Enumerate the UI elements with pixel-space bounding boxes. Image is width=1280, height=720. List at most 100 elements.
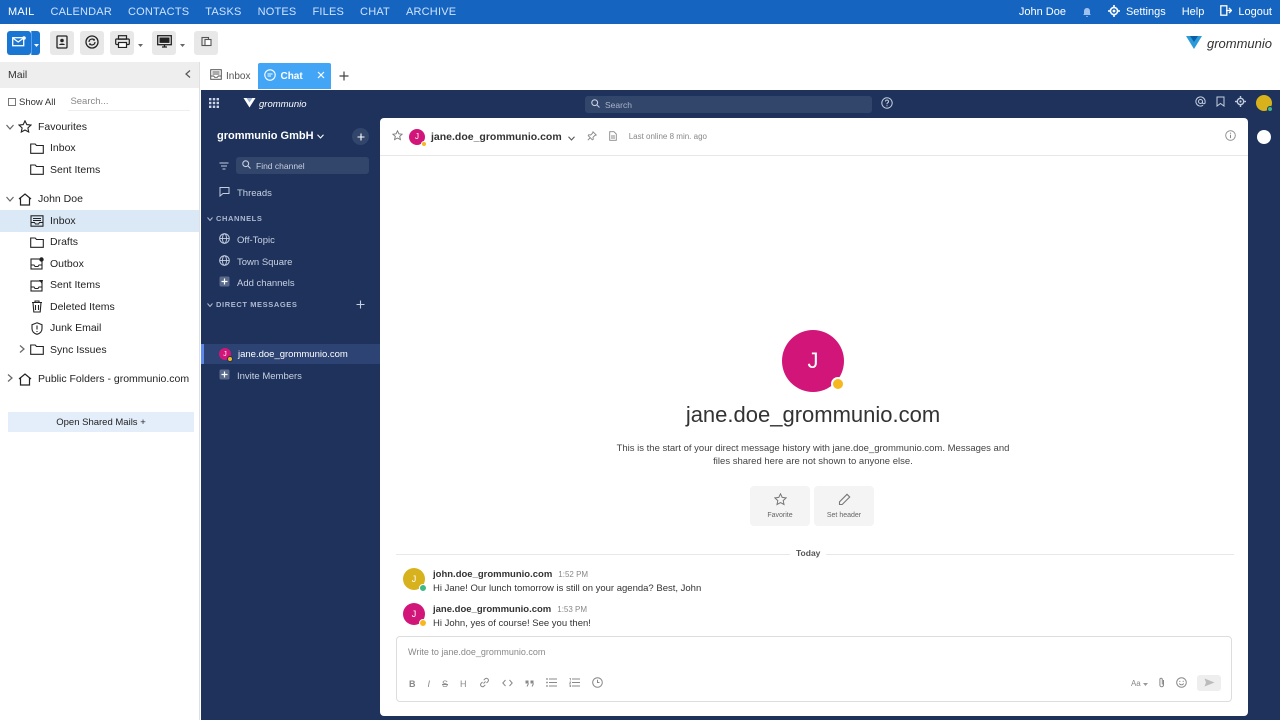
current-user-avatar[interactable] <box>1256 95 1273 112</box>
quote-icon[interactable] <box>525 679 534 689</box>
channel-off-topic[interactable]: Off-Topic <box>219 230 275 250</box>
tab-chat[interactable]: Chat <box>258 63 331 89</box>
chevron-down-icon[interactable] <box>4 122 16 132</box>
address-book-button[interactable] <box>50 31 74 55</box>
info-icon[interactable] <box>1225 130 1236 144</box>
threads-link[interactable]: Threads <box>219 183 272 203</box>
show-all-row: Show All Search... <box>0 88 199 116</box>
heading-icon[interactable]: H <box>460 679 467 689</box>
message-author[interactable]: jane.doe_grommunio.com <box>433 604 551 615</box>
print-button[interactable] <box>110 31 134 55</box>
set-header-button[interactable]: Set header <box>814 486 874 526</box>
dm-section-header[interactable]: DIRECT MESSAGES <box>207 300 298 309</box>
logout-link[interactable]: Logout <box>1212 5 1280 19</box>
nav-files[interactable]: FILES <box>304 0 352 24</box>
code-icon[interactable] <box>501 679 513 689</box>
nav-notes[interactable]: NOTES <box>250 0 305 24</box>
new-mail-button[interactable] <box>7 31 31 55</box>
tree-sync-issues[interactable]: Sync Issues <box>0 339 199 361</box>
nav-chat[interactable]: CHAT <box>352 0 398 24</box>
message-avatar[interactable]: J <box>403 603 427 627</box>
bulleted-list-icon[interactable] <box>545 678 557 689</box>
bell-icon[interactable] <box>1074 7 1100 18</box>
nav-calendar[interactable]: CALENDAR <box>42 0 120 24</box>
app-bar-icon[interactable] <box>1257 130 1271 144</box>
add-team-button[interactable] <box>352 128 369 145</box>
send-button[interactable] <box>1197 675 1221 691</box>
tree-fav-sent[interactable]: Sent Items <box>0 159 199 181</box>
filter-icon[interactable] <box>215 157 233 174</box>
tree-fav-inbox[interactable]: Inbox <box>0 138 199 160</box>
bookmark-icon[interactable] <box>1216 96 1225 110</box>
file-icon[interactable] <box>608 130 617 144</box>
view-mode-button[interactable] <box>152 31 176 55</box>
refresh-button[interactable] <box>80 31 104 55</box>
strikethrough-icon[interactable]: S <box>442 679 448 689</box>
team-name[interactable]: grommunio GmbH <box>217 130 324 142</box>
favorite-button[interactable]: Favorite <box>750 486 810 526</box>
show-all-checkbox[interactable] <box>8 98 16 106</box>
chevron-down-icon[interactable] <box>567 130 575 144</box>
dm-jane-doe[interactable]: J jane.doe_grommunio.com <box>219 344 348 364</box>
message-item[interactable]: J john.doe_grommunio.com 1:52 PM Hi Jane!… <box>403 566 701 594</box>
tab-inbox[interactable]: Inbox <box>204 63 256 89</box>
add-channels-button[interactable]: Add channels <box>219 273 295 293</box>
composer-placeholder[interactable]: Write to jane.doe_grommunio.com <box>408 647 545 657</box>
app-grid-icon[interactable] <box>209 97 219 111</box>
channels-section-label: CHANNELS <box>216 214 263 223</box>
tree-sent-items[interactable]: Sent Items <box>0 275 199 297</box>
chevron-left-icon[interactable] <box>185 69 191 81</box>
settings-link[interactable]: Settings <box>1100 4 1174 20</box>
message-avatar[interactable]: J <box>403 568 427 592</box>
add-tab-button[interactable] <box>339 68 349 85</box>
open-shared-mails-button[interactable]: Open Shared Mails + <box>8 412 194 432</box>
channel-header-name[interactable]: jane.doe_grommunio.com <box>431 131 562 143</box>
numbered-list-icon[interactable] <box>568 678 580 689</box>
folder-search-input[interactable]: Search... <box>68 93 191 111</box>
popout-button[interactable] <box>194 31 218 55</box>
user-name[interactable]: John Doe <box>1011 6 1074 18</box>
bold-icon[interactable]: B <box>409 679 416 689</box>
nav-contacts[interactable]: CONTACTS <box>120 0 197 24</box>
font-toggle-button[interactable]: Aa <box>1131 679 1148 688</box>
message-composer[interactable]: Write to jane.doe_grommunio.com B I S H … <box>396 636 1232 702</box>
tree-junk-email[interactable]: Junk Email <box>0 318 199 340</box>
print-dropdown[interactable] <box>136 31 144 55</box>
find-channel-input[interactable]: Find channel <box>236 157 369 174</box>
nav-mail[interactable]: MAIL <box>0 0 42 24</box>
chevron-right-icon[interactable] <box>4 374 16 384</box>
tree-inbox[interactable]: Inbox <box>0 210 199 232</box>
tree-deleted-items[interactable]: Deleted Items <box>0 296 199 318</box>
tree-drafts[interactable]: Drafts <box>0 232 199 254</box>
tree-public-folders[interactable]: Public Folders - grommunio.com <box>0 369 199 391</box>
tree-account[interactable]: John Doe <box>0 189 199 211</box>
nav-tasks[interactable]: TASKS <box>197 0 249 24</box>
clock-icon[interactable] <box>591 677 603 690</box>
nav-archive[interactable]: ARCHIVE <box>398 0 464 24</box>
gear-icon[interactable] <box>1235 96 1246 110</box>
italic-icon[interactable]: I <box>428 679 431 689</box>
message-author[interactable]: john.doe_grommunio.com <box>433 569 552 580</box>
star-icon[interactable] <box>391 129 404 144</box>
tree-favourites[interactable]: Favourites <box>0 116 199 138</box>
channels-section-header[interactable]: CHANNELS <box>207 214 262 223</box>
link-icon[interactable] <box>479 677 490 690</box>
tree-outbox[interactable]: Outbox <box>0 253 199 275</box>
view-mode-dropdown[interactable] <box>178 31 186 55</box>
mention-icon[interactable] <box>1195 96 1206 110</box>
chevron-right-icon[interactable] <box>16 344 28 355</box>
help-icon[interactable] <box>881 97 893 112</box>
pin-icon[interactable] <box>587 130 597 144</box>
new-item-dropdown[interactable] <box>31 31 40 55</box>
show-all-label[interactable]: Show All <box>19 97 55 108</box>
add-dm-button[interactable] <box>356 298 365 312</box>
channel-town-square[interactable]: Town Square <box>219 252 292 272</box>
chevron-down-icon[interactable] <box>4 194 16 204</box>
message-item[interactable]: J jane.doe_grommunio.com 1:53 PM Hi John,… <box>403 601 591 629</box>
emoji-icon[interactable] <box>1176 676 1187 690</box>
help-link[interactable]: Help <box>1174 6 1213 18</box>
chat-search-input[interactable]: Search <box>585 96 872 113</box>
paperclip-icon[interactable] <box>1158 677 1166 690</box>
close-icon[interactable] <box>317 70 325 82</box>
invite-members-button[interactable]: Invite Members <box>219 366 302 386</box>
